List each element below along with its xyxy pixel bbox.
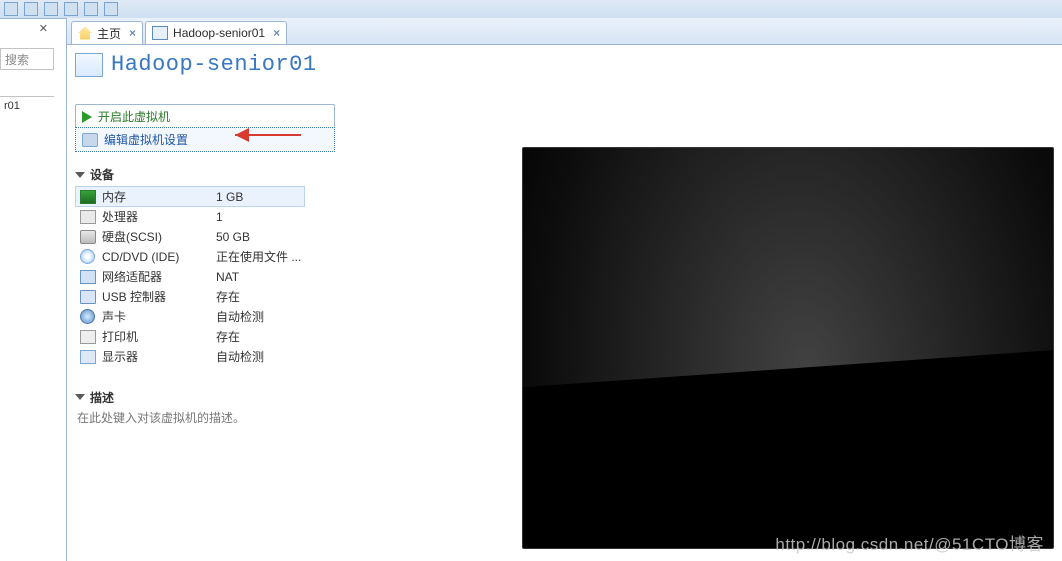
vm-title-icon bbox=[75, 53, 103, 77]
device-row[interactable]: 打印机存在 bbox=[76, 327, 305, 347]
edit-vm-settings-link[interactable]: 编辑虚拟机设置 bbox=[75, 127, 335, 152]
wrench-icon bbox=[82, 133, 98, 147]
action-label: 开启此虚拟机 bbox=[98, 108, 170, 125]
device-value: 50 GB bbox=[214, 227, 305, 247]
action-label: 编辑虚拟机设置 bbox=[104, 131, 188, 148]
play-icon bbox=[82, 111, 92, 123]
device-row[interactable]: CD/DVD (IDE)正在使用文件 ... bbox=[76, 247, 305, 267]
device-icon bbox=[80, 290, 96, 304]
watermark: http://blog.csdn.net/@51CTO博客 bbox=[775, 530, 1044, 555]
device-value: 存在 bbox=[214, 287, 305, 307]
vm-summary: Hadoop-senior01 开启此虚拟机 编辑虚拟机设置 bbox=[67, 44, 1062, 561]
section-label: 描述 bbox=[90, 389, 114, 406]
library-search-input[interactable]: 搜索 bbox=[0, 48, 54, 70]
toolbar-icon[interactable] bbox=[104, 2, 118, 16]
collapse-icon bbox=[75, 172, 85, 178]
device-value: 存在 bbox=[214, 327, 305, 347]
tab-vm[interactable]: Hadoop-senior01 × bbox=[145, 21, 287, 44]
toolbar-icon[interactable] bbox=[4, 2, 18, 16]
device-value: 正在使用文件 ... bbox=[214, 247, 305, 267]
device-row[interactable]: 声卡自动检测 bbox=[76, 307, 305, 327]
main-area: 主页 × Hadoop-senior01 × Hadoop-senior01 开… bbox=[66, 18, 1062, 561]
device-value: NAT bbox=[214, 267, 305, 287]
app-toolbar bbox=[0, 0, 1062, 19]
devices-header[interactable]: 设备 bbox=[75, 166, 335, 183]
toolbar-icon[interactable] bbox=[44, 2, 58, 16]
device-row[interactable]: 网络适配器NAT bbox=[76, 267, 305, 287]
device-icon bbox=[80, 309, 95, 324]
vm-icon bbox=[152, 26, 168, 40]
pane-close-icon[interactable]: ✕ bbox=[39, 22, 48, 35]
library-item[interactable]: r01 bbox=[0, 97, 54, 115]
device-icon bbox=[80, 350, 96, 364]
device-name: 打印机 bbox=[100, 327, 214, 347]
device-icon bbox=[80, 330, 96, 344]
device-row[interactable]: 内存1 GB bbox=[76, 187, 305, 207]
device-row[interactable]: 处理器1 bbox=[76, 207, 305, 227]
preview-gloss bbox=[522, 147, 1054, 391]
device-name: 硬盘(SCSI) bbox=[100, 227, 214, 247]
device-icon bbox=[80, 230, 96, 244]
tab-home[interactable]: 主页 × bbox=[71, 21, 143, 44]
vm-console-preview[interactable] bbox=[522, 147, 1054, 549]
device-value: 自动检测 bbox=[214, 347, 305, 367]
device-name: 显示器 bbox=[100, 347, 214, 367]
section-label: 设备 bbox=[90, 166, 114, 183]
collapse-icon bbox=[75, 394, 85, 400]
device-value: 1 GB bbox=[214, 187, 305, 207]
device-row[interactable]: 显示器自动检测 bbox=[76, 347, 305, 367]
device-icon bbox=[80, 210, 96, 224]
device-value: 自动检测 bbox=[214, 307, 305, 327]
vm-left-panel: 开启此虚拟机 编辑虚拟机设置 设备 内存1 GB处理器1硬盘(SCSI)50 G… bbox=[75, 104, 335, 426]
toolbar-icon[interactable] bbox=[84, 2, 98, 16]
device-name: 内存 bbox=[100, 187, 214, 207]
tab-label: Hadoop-senior01 bbox=[173, 26, 265, 40]
device-name: 声卡 bbox=[100, 307, 214, 327]
toolbar-icon[interactable] bbox=[64, 2, 78, 16]
power-on-vm-link[interactable]: 开启此虚拟机 bbox=[76, 105, 334, 128]
device-icon bbox=[80, 249, 95, 264]
vm-title-row: Hadoop-senior01 bbox=[67, 44, 1062, 87]
library-pane: ✕ 搜索 r01 bbox=[0, 18, 54, 561]
tab-close-icon[interactable]: × bbox=[129, 26, 136, 40]
description-placeholder[interactable]: 在此处键入对该虚拟机的描述。 bbox=[75, 409, 335, 426]
device-icon bbox=[80, 270, 96, 284]
tabstrip: 主页 × Hadoop-senior01 × bbox=[67, 18, 1062, 45]
devices-table: 内存1 GB处理器1硬盘(SCSI)50 GBCD/DVD (IDE)正在使用文… bbox=[75, 186, 305, 367]
device-row[interactable]: USB 控制器存在 bbox=[76, 287, 305, 307]
description-header[interactable]: 描述 bbox=[75, 389, 335, 406]
library-tree[interactable]: r01 bbox=[0, 96, 54, 557]
device-icon bbox=[80, 190, 96, 204]
vm-title: Hadoop-senior01 bbox=[111, 52, 317, 77]
device-name: USB 控制器 bbox=[100, 287, 214, 307]
tab-label: 主页 bbox=[97, 25, 121, 42]
vm-actions: 开启此虚拟机 编辑虚拟机设置 bbox=[75, 104, 335, 152]
home-icon bbox=[78, 27, 92, 40]
device-value: 1 bbox=[214, 207, 305, 227]
toolbar-icon[interactable] bbox=[24, 2, 38, 16]
device-row[interactable]: 硬盘(SCSI)50 GB bbox=[76, 227, 305, 247]
device-name: 处理器 bbox=[100, 207, 214, 227]
device-name: CD/DVD (IDE) bbox=[100, 247, 214, 267]
device-name: 网络适配器 bbox=[100, 267, 214, 287]
tab-close-icon[interactable]: × bbox=[273, 26, 280, 40]
